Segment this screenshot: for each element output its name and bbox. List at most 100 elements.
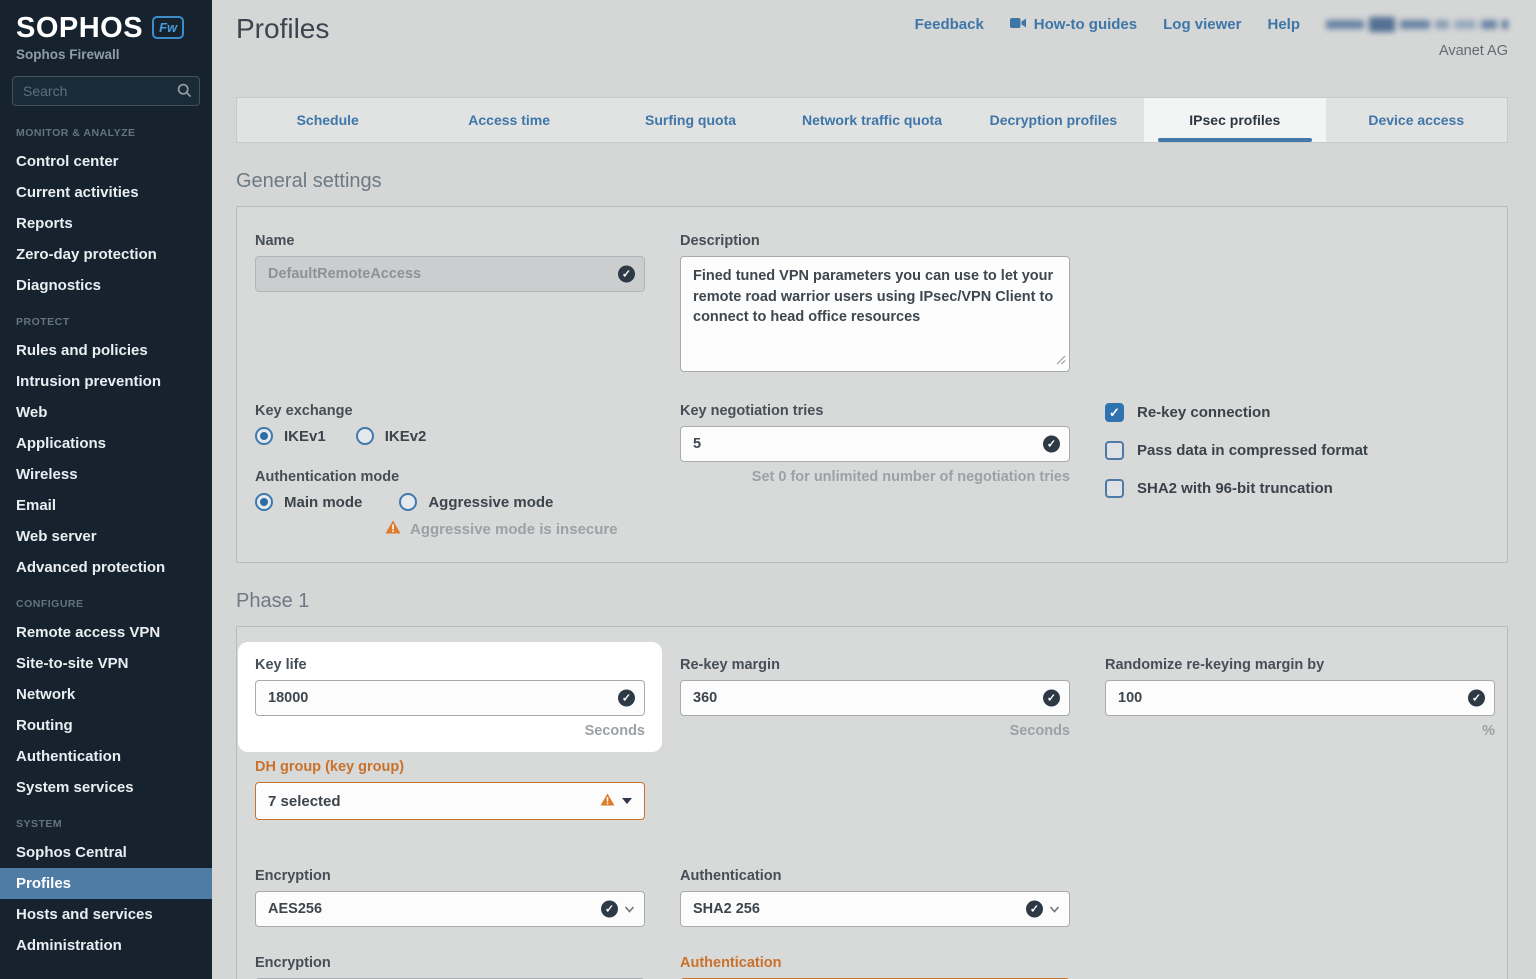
tab-network-traffic-quota[interactable]: Network traffic quota — [781, 98, 962, 142]
sophos-logo: SOPHOS Fw — [0, 0, 212, 43]
tab-access-time[interactable]: Access time — [418, 98, 599, 142]
radio-ikev2[interactable]: IKEv2 — [356, 427, 427, 445]
rekey-margin-input[interactable] — [680, 680, 1070, 716]
key-life-unit: Seconds — [255, 723, 645, 739]
how-to-guides-link[interactable]: How-to guides — [1010, 16, 1137, 33]
nav-section-system: SYSTEM — [0, 803, 212, 837]
rekey-margin-unit: Seconds — [680, 723, 1070, 739]
encryption1-label: Encryption — [255, 868, 645, 884]
sidebar-item-system-services[interactable]: System services — [0, 772, 212, 803]
rekey-connection-checkbox[interactable]: Re-key connection — [1105, 403, 1495, 422]
authentication2-field-group: Authentication — [680, 955, 1070, 979]
warning-triangle-icon — [385, 520, 401, 538]
name-input[interactable] — [255, 256, 645, 292]
radio-icon[interactable] — [255, 427, 273, 445]
nav-section-protect: PROTECT — [0, 301, 212, 335]
negotiation-field-group: Key negotiation tries Set 0 for unlimite… — [680, 403, 1070, 485]
randomize-field-group: Randomize re-keying margin by % — [1105, 657, 1495, 739]
negotiation-input[interactable] — [680, 426, 1070, 462]
sidebar-item-diagnostics[interactable]: Diagnostics — [0, 270, 212, 301]
rekey-margin-field-group: Re-key margin Seconds — [680, 657, 1070, 739]
sidebar-item-email[interactable]: Email — [0, 490, 212, 521]
help-link[interactable]: Help — [1267, 16, 1300, 33]
phase1-heading: Phase 1 — [236, 590, 1508, 613]
name-label: Name — [255, 233, 645, 249]
tab-schedule[interactable]: Schedule — [237, 98, 418, 142]
chevron-down-icon — [1049, 905, 1060, 913]
sidebar-item-wireless[interactable]: Wireless — [0, 459, 212, 490]
auth-mode-label: Authentication mode — [255, 469, 645, 485]
nav-section-monitor: MONITOR & ANALYZE — [0, 112, 212, 146]
tab-surfing-quota[interactable]: Surfing quota — [600, 98, 781, 142]
profile-tabs: Schedule Access time Surfing quota Netwo… — [236, 97, 1508, 143]
checkbox-icon[interactable] — [1105, 403, 1124, 422]
sidebar-item-sophos-central[interactable]: Sophos Central — [0, 837, 212, 868]
negotiation-label: Key negotiation tries — [680, 403, 1070, 419]
dh-group-dropdown[interactable]: 7 selected — [255, 782, 645, 820]
app-root: SOPHOS Fw Sophos Firewall MONITOR & ANAL… — [0, 0, 1536, 979]
encryption1-field-group: Encryption — [255, 868, 645, 927]
radio-icon[interactable] — [399, 493, 417, 511]
feedback-link[interactable]: Feedback — [915, 16, 984, 33]
sidebar-item-current-activities[interactable]: Current activities — [0, 177, 212, 208]
general-settings-heading: General settings — [236, 170, 1508, 193]
sidebar-item-web[interactable]: Web — [0, 397, 212, 428]
radio-aggressive-mode[interactable]: Aggressive mode — [399, 493, 553, 511]
search-icon[interactable] — [177, 83, 192, 103]
video-icon — [1010, 16, 1027, 33]
authentication1-field-group: Authentication — [680, 868, 1070, 927]
encryption1-select[interactable] — [255, 891, 645, 927]
options-checkbox-column: Re-key connection Pass data in compresse… — [1105, 403, 1495, 517]
dh-group-label: DH group (key group) — [255, 759, 645, 775]
radio-main-mode[interactable]: Main mode — [255, 493, 362, 511]
randomize-input[interactable] — [1105, 680, 1495, 716]
checkbox-icon[interactable] — [1105, 441, 1124, 460]
key-exchange-label: Key exchange — [255, 403, 645, 419]
radio-icon[interactable] — [356, 427, 374, 445]
page-header: Profiles Feedback How-to guides Log view… — [236, 0, 1508, 97]
sidebar-item-hosts-and-services[interactable]: Hosts and services — [0, 899, 212, 930]
sidebar-item-advanced-protection[interactable]: Advanced protection — [0, 552, 212, 583]
key-life-input[interactable] — [255, 680, 645, 716]
authentication1-select[interactable] — [680, 891, 1070, 927]
search-input[interactable] — [12, 76, 200, 106]
sidebar-item-rules-and-policies[interactable]: Rules and policies — [0, 335, 212, 366]
sidebar-item-site-to-site-vpn[interactable]: Site-to-site VPN — [0, 648, 212, 679]
sidebar-item-web-server[interactable]: Web server — [0, 521, 212, 552]
sha2-truncation-checkbox[interactable]: SHA2 with 96-bit truncation — [1105, 479, 1495, 498]
resize-handle-icon[interactable] — [1056, 352, 1066, 370]
valid-check-icon — [618, 690, 635, 707]
sidebar-item-reports[interactable]: Reports — [0, 208, 212, 239]
valid-check-icon — [618, 266, 635, 283]
sidebar-item-network[interactable]: Network — [0, 679, 212, 710]
tab-decryption-profiles[interactable]: Decryption profiles — [963, 98, 1144, 142]
warning-triangle-icon — [600, 793, 615, 810]
radio-ikev1[interactable]: IKEv1 — [255, 427, 326, 445]
tab-device-access[interactable]: Device access — [1326, 98, 1507, 142]
tab-ipsec-profiles[interactable]: IPsec profiles — [1144, 98, 1325, 142]
sidebar-item-control-center[interactable]: Control center — [0, 146, 212, 177]
brand-text: SOPHOS — [16, 14, 143, 43]
log-viewer-link[interactable]: Log viewer — [1163, 16, 1241, 33]
rekey-margin-label: Re-key margin — [680, 657, 1070, 673]
sidebar-item-applications[interactable]: Applications — [0, 428, 212, 459]
key-exchange-block: Key exchange IKEv1 IKEv2 Authentication … — [255, 403, 645, 538]
sidebar-item-zero-day-protection[interactable]: Zero-day protection — [0, 239, 212, 270]
name-field-group: Name — [255, 233, 645, 292]
dh-group-field-group: DH group (key group) 7 selected — [255, 759, 645, 820]
checkbox-icon[interactable] — [1105, 479, 1124, 498]
sidebar-item-routing[interactable]: Routing — [0, 710, 212, 741]
sidebar-item-profiles[interactable]: Profiles — [0, 868, 212, 899]
sidebar-item-intrusion-prevention[interactable]: Intrusion prevention — [0, 366, 212, 397]
general-settings-panel: Name Description Fined tuned VPN paramet… — [236, 206, 1508, 563]
sidebar-nav: MONITOR & ANALYZE Control center Current… — [0, 112, 212, 961]
sidebar-item-authentication[interactable]: Authentication — [0, 741, 212, 772]
compressed-format-checkbox[interactable]: Pass data in compressed format — [1105, 441, 1495, 460]
sidebar-item-remote-access-vpn[interactable]: Remote access VPN — [0, 617, 212, 648]
sidebar-item-administration[interactable]: Administration — [0, 930, 212, 961]
description-textarea[interactable]: Fined tuned VPN parameters you can use t… — [680, 256, 1070, 372]
encryption2-label: Encryption — [255, 955, 645, 971]
redacted-username[interactable] — [1326, 17, 1508, 32]
radio-icon[interactable] — [255, 493, 273, 511]
top-links: Feedback How-to guides Log viewer Help — [915, 16, 1508, 33]
